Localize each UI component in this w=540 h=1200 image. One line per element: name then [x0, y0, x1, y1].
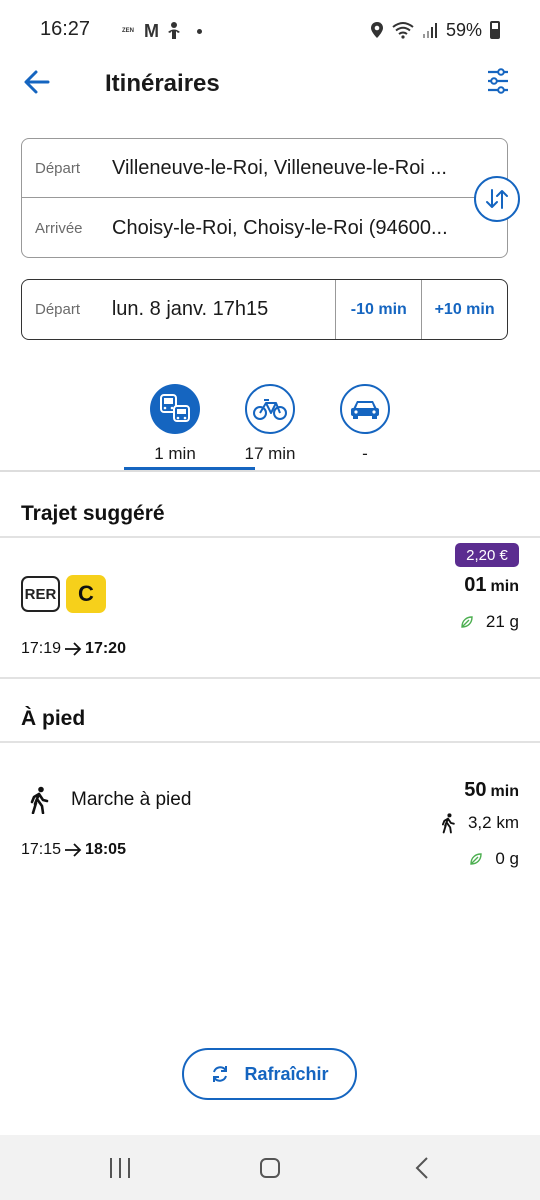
leaf-icon: [461, 616, 473, 628]
duration-value: 01: [464, 574, 487, 596]
departure-value[interactable]: Villeneuve-le-Roi, Villeneuve-le-Roi ...: [112, 157, 472, 180]
walk-section-title: À pied: [21, 707, 86, 730]
walk-distance: 3,2 km: [440, 812, 519, 834]
route-form: Départ Villeneuve-le-Roi, Villeneuve-le-…: [21, 138, 508, 258]
page-title: Itinéraires: [105, 70, 220, 97]
app-bar: Itinéraires: [0, 60, 540, 108]
departure-field[interactable]: Départ Villeneuve-le-Roi, Villeneuve-le-…: [22, 139, 507, 198]
public-transport-time: 1 min: [154, 444, 196, 463]
back-arrow-icon[interactable]: [22, 68, 54, 96]
trip-duration: 01 min: [464, 574, 519, 597]
walking-person-icon: [441, 813, 455, 834]
public-transport-icon: [150, 384, 200, 434]
accessibility-icon: [168, 22, 180, 39]
recent-apps-icon[interactable]: [108, 1155, 132, 1181]
refresh-button[interactable]: Rafraîchir: [182, 1048, 357, 1100]
arrow-right-icon: [65, 843, 82, 857]
datetime-selector: Départ lun. 8 janv. 17h15 -10 min +10 mi…: [21, 279, 508, 340]
system-nav-bar: [0, 1135, 540, 1200]
co2-value: 0 g: [495, 849, 519, 868]
walking-person-icon: [30, 786, 49, 814]
price-badge: 2,20 €: [455, 543, 519, 567]
car-time: -: [362, 444, 368, 463]
tab-bike[interactable]: 17 min: [215, 384, 325, 472]
wifi-icon: [392, 22, 414, 39]
arrival-value[interactable]: Choisy-le-Roi, Choisy-le-Roi (94600...: [112, 217, 472, 240]
system-icons: 59%: [370, 18, 500, 42]
co2-emission: 0 g: [469, 849, 519, 869]
divider: [0, 536, 540, 538]
arrow-right-icon: [65, 642, 82, 656]
refresh-icon: [213, 1066, 228, 1082]
datetime-value[interactable]: lun. 8 janv. 17h15: [112, 298, 336, 321]
transport-mode-tabs: 1 min 17 min -: [0, 384, 540, 472]
arrival-label: Arrivée: [35, 220, 83, 237]
location-icon: [370, 22, 383, 38]
gmail-icon: M: [144, 20, 159, 41]
tabs-divider: [0, 470, 540, 472]
battery-percent: 59%: [445, 19, 482, 40]
trip-times: 17:19 17:20: [21, 640, 126, 658]
departure-time: 17:15: [21, 841, 62, 858]
tab-car[interactable]: -: [310, 384, 420, 472]
swap-button[interactable]: [474, 176, 520, 222]
status-time: 16:27: [40, 18, 91, 40]
departure-time: 17:19: [21, 640, 62, 657]
walk-label: Marche à pied: [71, 789, 192, 810]
line-c-badge: C: [66, 575, 106, 613]
bike-time: 17 min: [244, 444, 296, 463]
duration-unit: min: [490, 578, 519, 595]
battery-icon: [490, 21, 500, 39]
bike-icon: [245, 384, 295, 434]
swap-vertical-icon: [486, 189, 508, 209]
datetime-label: Départ: [35, 301, 81, 318]
back-icon[interactable]: [412, 1155, 432, 1181]
sliders-icon[interactable]: [486, 68, 510, 94]
arrival-time: 18:05: [85, 841, 126, 858]
co2-value: 21 g: [485, 612, 519, 631]
distance-value: 3,2 km: [467, 813, 519, 832]
signal-icon: [422, 23, 437, 38]
divider: [0, 741, 540, 743]
notification-icons: ZEN M: [118, 20, 202, 42]
walk-duration: 50 min: [464, 779, 519, 802]
zen-icon: ZEN: [122, 27, 134, 34]
duration-unit: min: [490, 783, 519, 800]
rer-badge: RER: [21, 576, 60, 612]
suggested-section-title: Trajet suggéré: [21, 502, 165, 525]
tab-public-transport[interactable]: 1 min: [120, 384, 230, 472]
refresh-label: Rafraîchir: [244, 1063, 329, 1084]
duration-value: 50: [464, 779, 487, 801]
departure-label: Départ: [35, 159, 81, 177]
leaf-icon: [470, 853, 483, 865]
arrival-field[interactable]: Arrivée Choisy-le-Roi, Choisy-le-Roi (94…: [22, 199, 507, 258]
more-notifications-dot: [197, 28, 202, 34]
arrival-time: 17:20: [85, 640, 126, 657]
minus-10-min-button[interactable]: -10 min: [335, 280, 421, 339]
car-icon: [340, 384, 390, 434]
divider: [0, 677, 540, 679]
home-icon[interactable]: [258, 1155, 282, 1181]
plus-10-min-button[interactable]: +10 min: [421, 280, 507, 339]
trip-times: 17:15 18:05: [21, 841, 126, 859]
co2-emission: 21 g: [460, 612, 519, 632]
status-bar: 16:27 ZEN M 59%: [0, 0, 540, 60]
